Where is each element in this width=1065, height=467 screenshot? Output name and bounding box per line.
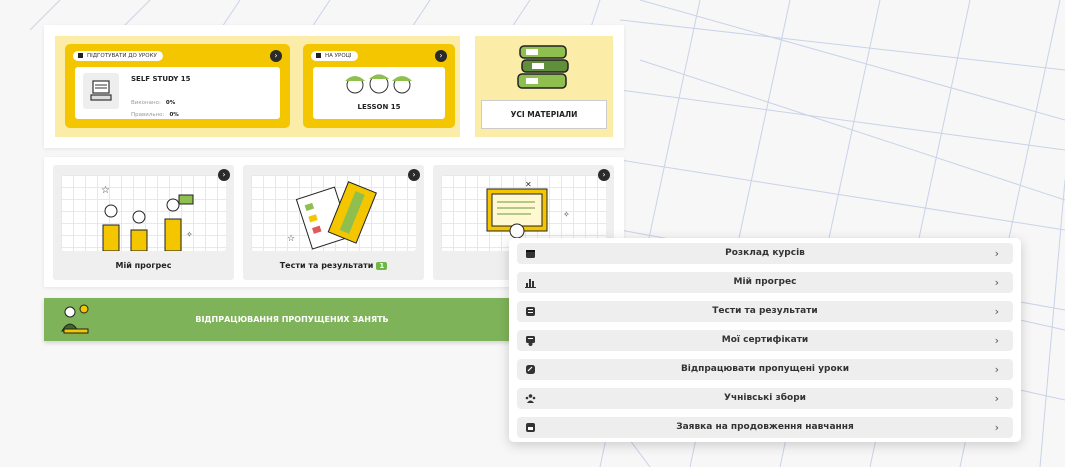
tests-count-badge: 1: [376, 262, 388, 270]
menu-item-progress[interactable]: Мій прогрес ›: [517, 272, 1013, 293]
lesson-title: LESSON 15: [357, 103, 401, 111]
menu-item-label: Мої сертифікати: [721, 335, 809, 345]
navigation-menu: Розклад курсів › Мій прогрес › Тести та …: [509, 238, 1021, 442]
menu-item-label: Розклад курсів: [725, 248, 805, 258]
chevron-right-icon: ›: [994, 247, 999, 260]
chevron-right-icon: ›: [994, 363, 999, 376]
tile-my-progress[interactable]: ☆ ✧ › Мій прогрес: [53, 165, 234, 280]
tile-label-row: Тести та результати 1: [243, 261, 424, 270]
books-icon: [517, 45, 569, 89]
menu-item-schedule[interactable]: Розклад курсів ›: [517, 243, 1013, 264]
prepare-open-icon[interactable]: ›: [270, 50, 282, 62]
tile-label: Мій прогрес: [115, 261, 172, 270]
progress-illustration: ☆ ✧: [61, 175, 226, 251]
menu-item-label: Заявка на продовження навчання: [676, 422, 854, 432]
prepare-card[interactable]: ПІДГОТУВАТИ ДО УРОКУ › SELF STUDY 15 Вик…: [65, 44, 290, 128]
correct-row: Правильно: 0%: [131, 101, 179, 120]
lesson-card[interactable]: НА УРОЦІ › LESSON 15: [303, 44, 455, 128]
prepare-title: SELF STUDY 15: [131, 75, 191, 83]
svg-text:☆: ☆: [287, 234, 295, 244]
tile-label: Тести та результати: [279, 261, 374, 270]
prepare-card-body: SELF STUDY 15 Виконано: 0% Правильно: 0%: [75, 67, 280, 119]
menu-item-missed-lessons[interactable]: Відпрацювати пропущені уроки ›: [517, 359, 1013, 380]
menu-item-tests[interactable]: Тести та результати ›: [517, 301, 1013, 322]
progress-open-icon[interactable]: ›: [218, 169, 230, 181]
materials-box: УСІ МАТЕРІАЛИ: [475, 36, 613, 137]
all-materials-button[interactable]: УСІ МАТЕРІАЛИ: [481, 100, 607, 129]
kids-icon: [345, 74, 412, 94]
chevron-right-icon: ›: [994, 334, 999, 347]
svg-text:☆: ☆: [101, 185, 110, 196]
tests-illustration: ☆: [251, 175, 416, 251]
correct-value: 0%: [169, 112, 179, 118]
prepare-flag: ПІДГОТУВАТИ ДО УРОКУ: [73, 51, 163, 61]
tests-open-icon[interactable]: ›: [408, 169, 420, 181]
menu-item-meetings[interactable]: Учнівські збори ›: [517, 388, 1013, 409]
homework-cards-area: ПІДГОТУВАТИ ДО УРОКУ › SELF STUDY 15 Вик…: [55, 36, 460, 137]
tests-paper-illustration: ☆: [287, 181, 377, 250]
svg-text:✧: ✧: [186, 230, 193, 239]
chevron-right-icon: ›: [994, 276, 999, 289]
svg-text:✧: ✧: [563, 210, 570, 219]
menu-item-label: Учнівські збори: [724, 393, 806, 403]
lesson-open-icon[interactable]: ›: [435, 50, 447, 62]
podium-illustration: ☆ ✧: [101, 185, 194, 251]
chevron-right-icon: ›: [994, 392, 999, 405]
certificates-open-icon[interactable]: ›: [598, 169, 610, 181]
missed-lessons-label: ВІДПРАЦЮВАННЯ ПРОПУЩЕНИХ ЗАНЯТЬ: [195, 315, 389, 324]
correct-label: Правильно:: [131, 112, 165, 118]
menu-item-label: Мій прогрес: [733, 277, 797, 287]
menu-item-certificates[interactable]: Мої сертифікати ›: [517, 330, 1013, 351]
lesson-card-body: LESSON 15: [313, 67, 445, 119]
menu-item-label: Відпрацювати пропущені уроки: [680, 364, 850, 374]
menu-item-extension-request[interactable]: Заявка на продовження навчання ›: [517, 417, 1013, 438]
tile-tests-results[interactable]: ☆ › Тести та результати 1: [243, 165, 424, 280]
menu-item-label: Тести та результати: [712, 306, 818, 316]
lesson-flag: НА УРОЦІ: [311, 51, 358, 61]
chevron-right-icon: ›: [994, 421, 999, 434]
homework-panel: ПІДГОТУВАТИ ДО УРОКУ › SELF STUDY 15 Вик…: [44, 25, 624, 148]
svg-text:✕: ✕: [525, 180, 532, 189]
chevron-right-icon: ›: [994, 305, 999, 318]
computer-icon: [83, 73, 119, 109]
